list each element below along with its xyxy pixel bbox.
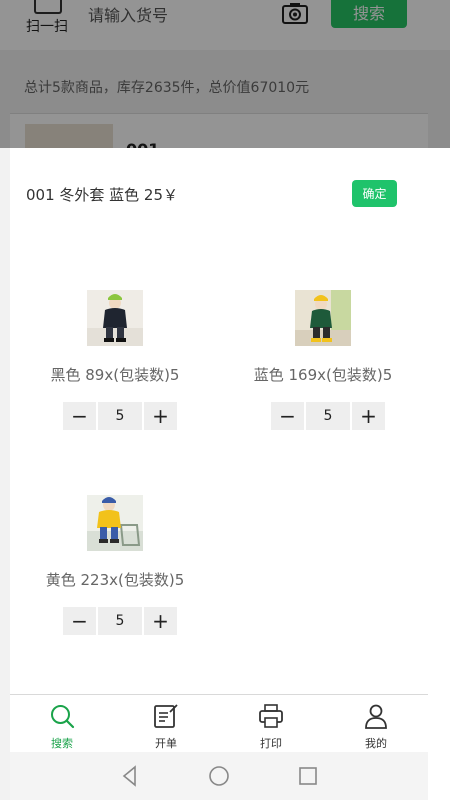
recents-icon[interactable] [296,764,320,788]
tab-label: 我的 [365,737,387,750]
system-nav-bar [10,752,428,800]
bottom-tab-bar: 搜索 开单 打印 我的 [10,694,428,753]
back-icon[interactable] [118,764,142,788]
tab-label: 打印 [260,737,282,750]
printer-icon [259,704,283,728]
search-icon [51,705,75,729]
variant-sheet: 001 冬外套 蓝色 25￥ 确定 黑色 89x(包装数)5 − 5 + 蓝色 … [10,148,428,694]
variant-photo-black [87,290,143,346]
variant-photo-yellow [87,495,143,551]
home-icon[interactable] [207,764,231,788]
quantity-stepper: − 5 + [271,402,385,430]
variant-label: 黑色 89x(包装数)5 [50,366,180,384]
tab-label: 开单 [155,737,177,750]
quantity-stepper: − 5 + [63,402,177,430]
modal-overlay[interactable] [0,0,450,148]
variant-card-yellow: 黄色 223x(包装数)5 − 5 + [25,495,225,645]
variant-card-black: 黑色 89x(包装数)5 − 5 + [25,290,225,440]
increment-button[interactable]: + [352,402,385,430]
variant-photo-blue [295,290,351,346]
decrement-button[interactable]: − [271,402,304,430]
quantity-input[interactable]: 5 [306,402,350,430]
sheet-title: 001 冬外套 蓝色 25￥ [26,186,179,204]
increment-button[interactable]: + [144,402,177,430]
variant-label: 蓝色 169x(包装数)5 [253,366,393,384]
tab-search[interactable]: 搜索 [32,701,92,751]
tab-label: 搜索 [51,737,73,750]
variant-label: 黄色 223x(包装数)5 [45,571,185,589]
quantity-input[interactable]: 5 [98,402,142,430]
user-icon [365,704,387,729]
increment-button[interactable]: + [144,607,177,635]
confirm-button[interactable]: 确定 [352,180,397,207]
variant-card-blue: 蓝色 169x(包装数)5 − 5 + [233,290,433,440]
decrement-button[interactable]: − [63,402,96,430]
tab-print[interactable]: 打印 [241,701,301,751]
screen-edge [428,148,450,800]
tab-order[interactable]: 开单 [136,701,196,751]
edit-note-icon [154,704,178,728]
tab-profile[interactable]: 我的 [346,701,406,751]
app-root: 扫一扫 请输入货号 搜索 总计5款商品，库存2635件，总价值67010元 00… [0,0,450,800]
quantity-stepper: − 5 + [63,607,177,635]
decrement-button[interactable]: − [63,607,96,635]
quantity-input[interactable]: 5 [98,607,142,635]
